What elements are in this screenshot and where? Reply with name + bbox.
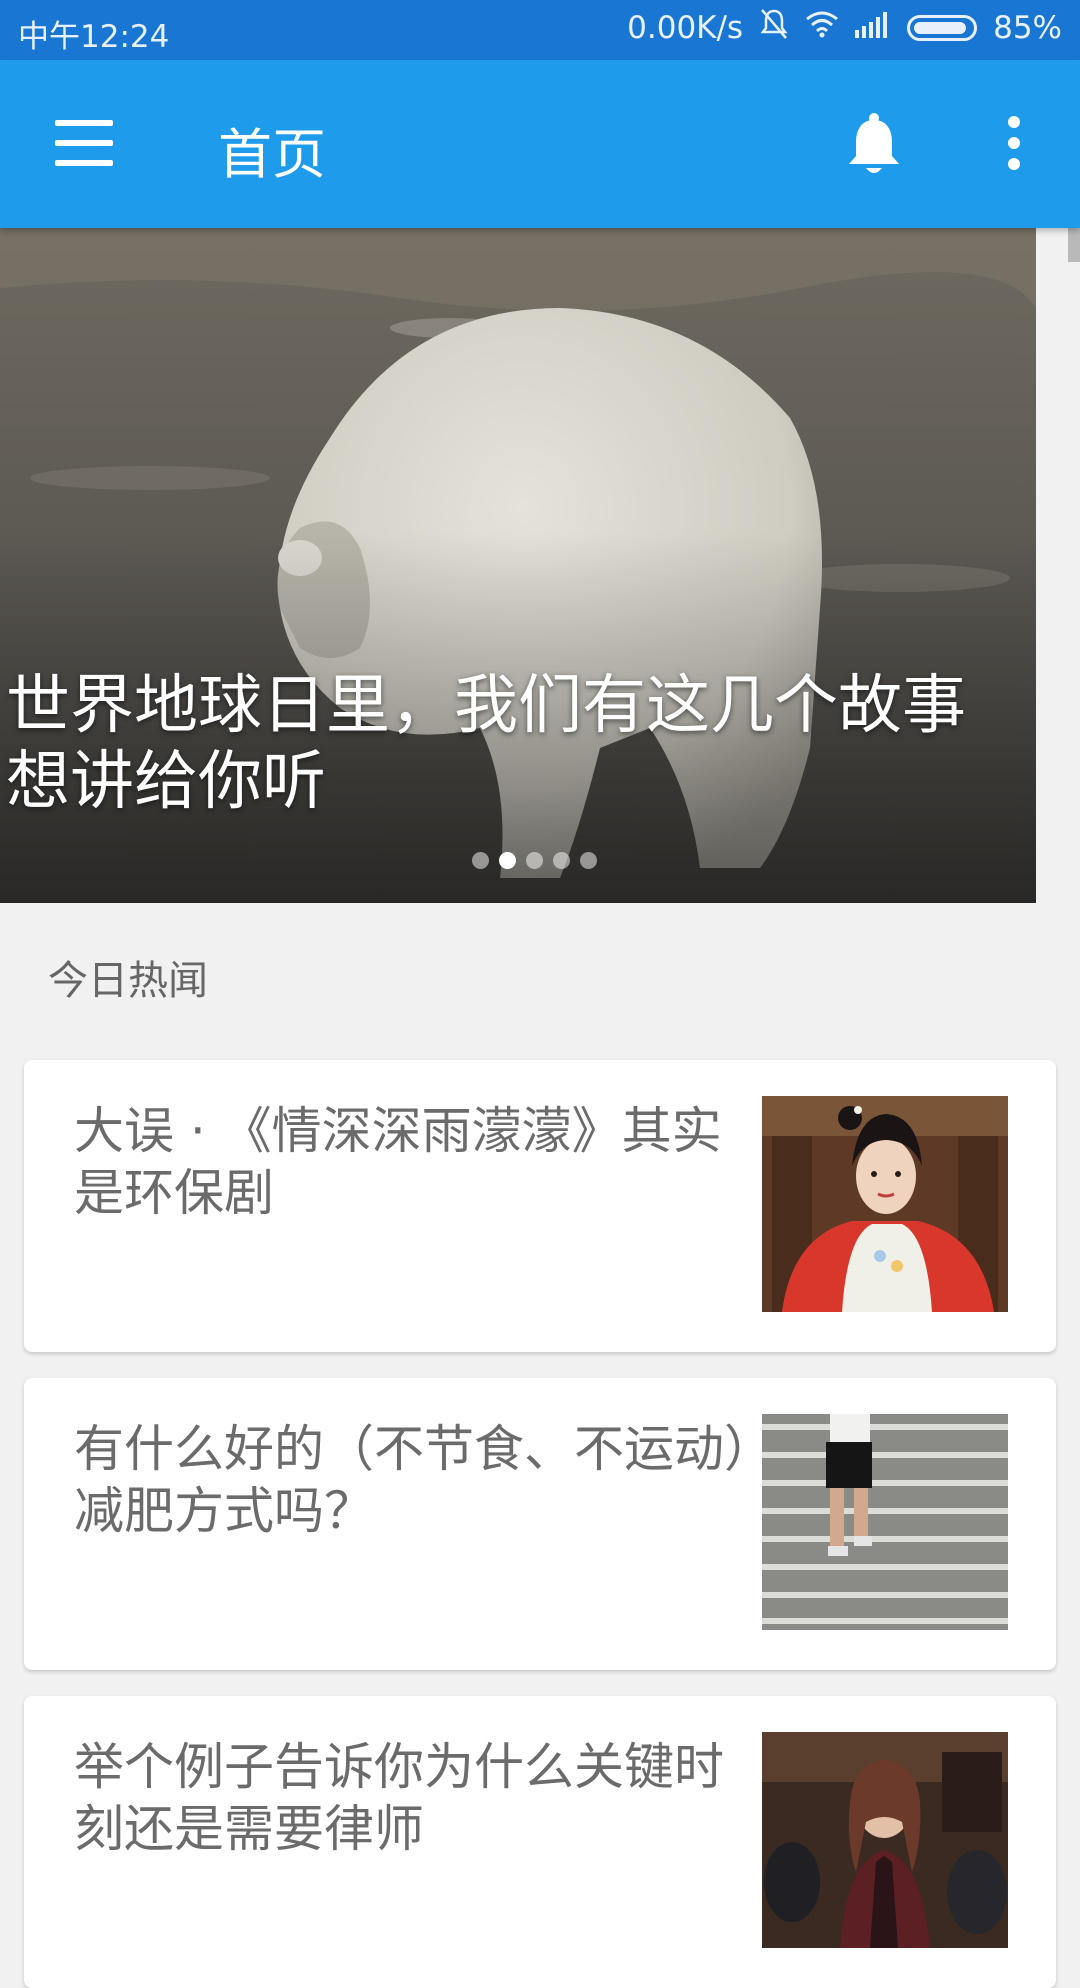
hero-banner[interactable]: 世界地球日里，我们有这几个故事想讲给你听: [0, 228, 1036, 903]
story-card[interactable]: 有什么好的（不节食、不运动）减肥方式吗？: [24, 1378, 1056, 1670]
battery-icon: [907, 15, 978, 41]
app-bar: 首页: [0, 60, 1080, 228]
carousel-dot: [526, 852, 543, 869]
status-time: 中午12:24: [18, 19, 170, 55]
story-thumbnail: [762, 1732, 1008, 1948]
hero-headline: 世界地球日里，我们有这几个故事想讲给你听: [6, 669, 966, 819]
scrollbar-thumb[interactable]: [1068, 228, 1080, 262]
notification-bell-icon[interactable]: [846, 112, 902, 182]
story-title: 有什么好的（不节食、不运动）减肥方式吗？: [74, 1420, 749, 1540]
menu-icon[interactable]: [55, 120, 113, 166]
carousel-dot-active: [499, 852, 516, 869]
overflow-menu-icon[interactable]: [1000, 116, 1028, 172]
story-title: 举个例子告诉你为什么关键时刻还是需要律师: [74, 1738, 724, 1858]
story-card[interactable]: 大误 · 《情深深雨濛濛》其实是环保剧: [24, 1060, 1056, 1352]
section-title: 今日热闻: [48, 958, 208, 1004]
carousel-dot: [553, 852, 570, 869]
mute-bell-icon: [759, 8, 789, 48]
signal-icon: [855, 10, 891, 46]
page-title: 首页: [218, 123, 326, 186]
woman-in-qipao-photo: [762, 1096, 1008, 1312]
courtroom-photo: [762, 1732, 1008, 1948]
story-thumbnail: [762, 1096, 1008, 1312]
network-speed: 0.00K/s: [627, 10, 744, 46]
battery-percent: 85%: [993, 10, 1062, 46]
carousel-dot: [472, 852, 489, 869]
runner-on-stairs-photo: [762, 1414, 1008, 1630]
story-title: 大误 · 《情深深雨濛濛》其实是环保剧: [74, 1102, 722, 1222]
status-bar: 中午12:24 0.00K/s 85%: [0, 0, 1080, 60]
story-card[interactable]: 举个例子告诉你为什么关键时刻还是需要律师: [24, 1696, 1056, 1988]
story-thumbnail: [762, 1414, 1008, 1630]
carousel-dot: [580, 852, 597, 869]
carousel-indicator: [472, 852, 597, 869]
status-right: 0.00K/s 85%: [627, 8, 1062, 48]
wifi-icon: [805, 10, 839, 46]
